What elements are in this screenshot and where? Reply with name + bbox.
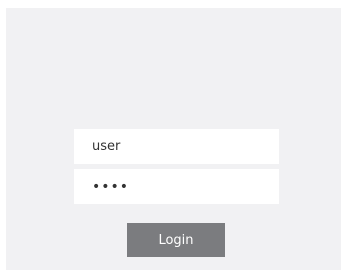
username-input[interactable] [74,129,279,164]
password-input[interactable] [74,169,279,204]
login-button[interactable]: Login [127,223,225,257]
login-panel: Login [6,8,341,270]
